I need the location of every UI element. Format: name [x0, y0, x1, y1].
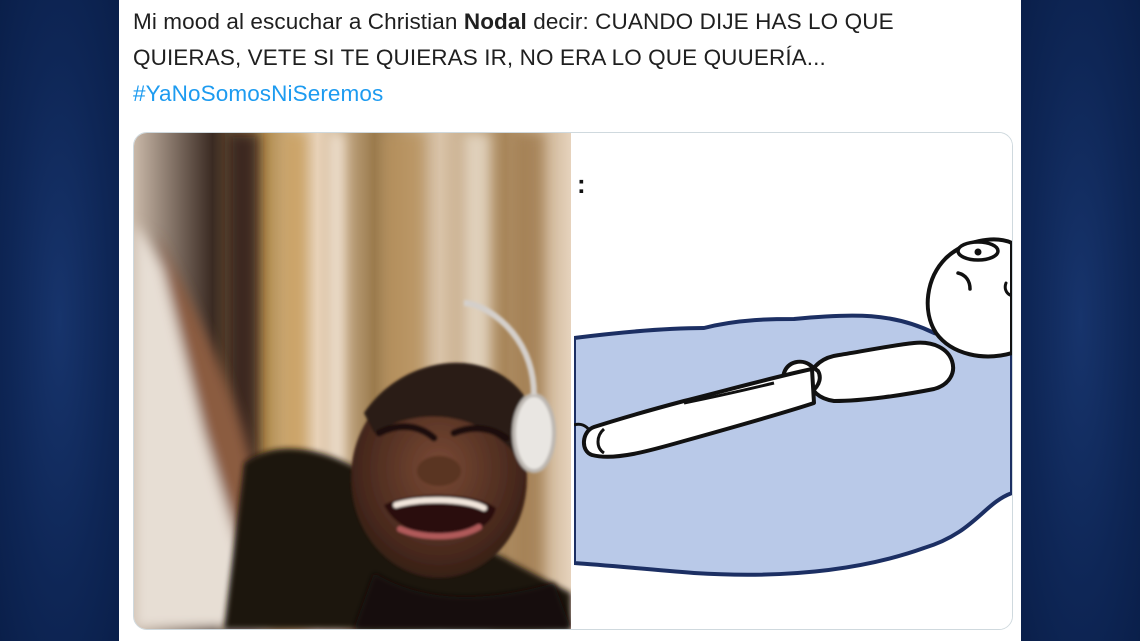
hashtag-link[interactable]: #YaNoSomosNiSeremos	[133, 76, 1003, 112]
tweet-media[interactable]: :	[133, 132, 1013, 630]
meme-drawing-lying[interactable]: :	[574, 133, 1012, 629]
tweet-text-part1: Mi mood al escuchar a Christian	[133, 9, 464, 34]
lying-figure-illustration	[574, 237, 1012, 577]
tweet-card: Mi mood al escuchar a Christian Nodal de…	[119, 0, 1021, 641]
tweet-text: Mi mood al escuchar a Christian Nodal de…	[133, 4, 1003, 112]
meme-photo-crying[interactable]	[134, 133, 571, 629]
crying-photo-illustration	[134, 133, 571, 629]
right-panel-caption: :	[577, 169, 586, 199]
background-left	[0, 0, 119, 641]
tweet-text-bold: Nodal	[463, 9, 527, 34]
background-right	[1021, 0, 1140, 641]
